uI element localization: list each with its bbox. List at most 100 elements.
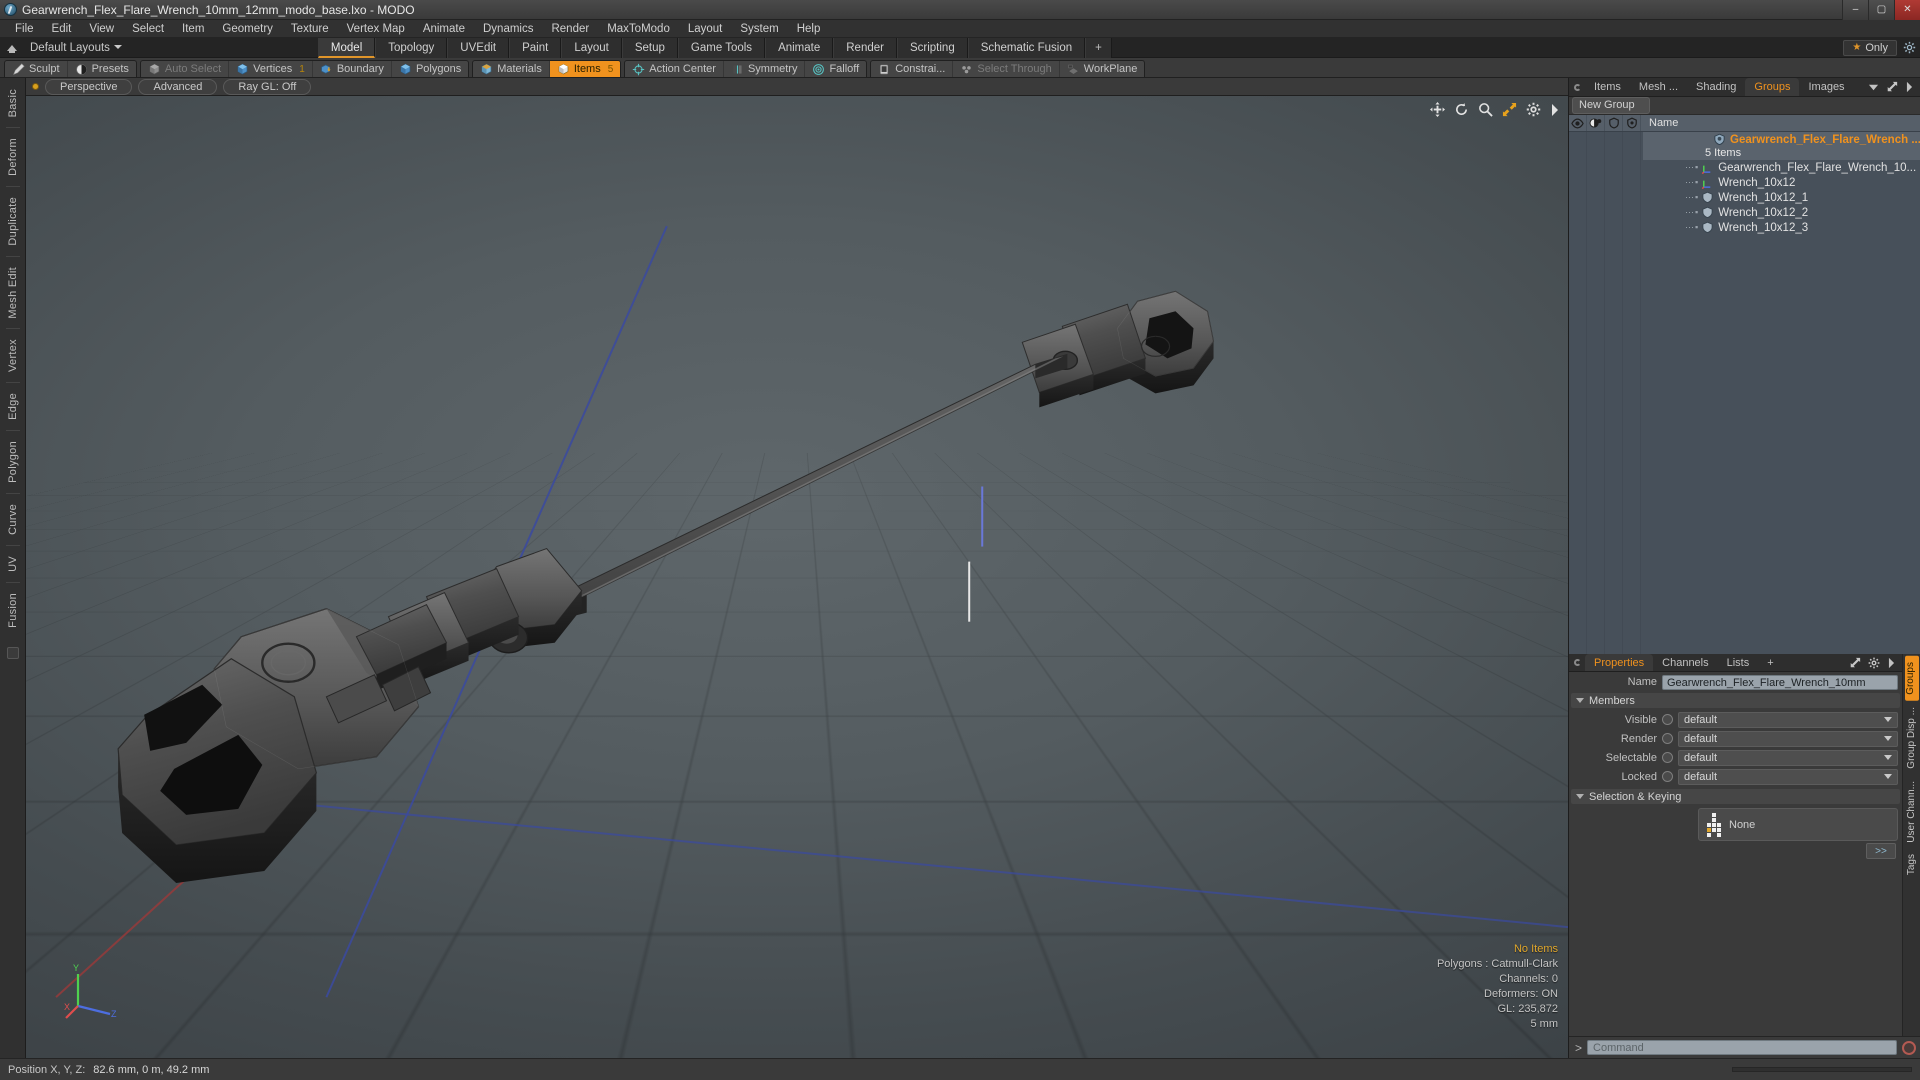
chevron-right-icon[interactable]	[1905, 81, 1914, 93]
left-tool-tab-fusion[interactable]: Fusion	[7, 586, 19, 635]
mode-button-materials[interactable]: Materials	[473, 61, 550, 77]
property-override-toggle[interactable]	[1662, 733, 1673, 744]
property-override-toggle[interactable]	[1662, 714, 1673, 725]
menu-item-geometry[interactable]: Geometry	[213, 20, 282, 38]
layout-tab-setup[interactable]: Setup	[621, 37, 678, 58]
layout-tab-scripting[interactable]: Scripting	[896, 37, 968, 58]
expand-icon[interactable]	[1849, 657, 1861, 669]
menu-item-file[interactable]: File	[6, 20, 43, 38]
keying-go-button[interactable]: >>	[1866, 843, 1896, 859]
menu-item-animate[interactable]: Animate	[414, 20, 474, 38]
menu-item-select[interactable]: Select	[123, 20, 173, 38]
left-tool-tab-basic[interactable]: Basic	[7, 82, 19, 124]
fit-icon[interactable]	[1502, 102, 1517, 117]
chevron-down-icon[interactable]	[1868, 82, 1879, 93]
move-icon[interactable]	[1430, 102, 1445, 117]
layout-tab-paint[interactable]: Paint	[509, 37, 562, 58]
layout-tab-game-tools[interactable]: Game Tools	[677, 37, 766, 58]
layout-tab-model[interactable]: Model	[317, 37, 376, 58]
properties-tab-lists[interactable]: Lists	[1718, 654, 1759, 671]
property-dropdown-locked[interactable]: default	[1678, 768, 1898, 785]
panel-tab-mesh[interactable]: Mesh ...	[1630, 78, 1687, 96]
properties-tab-properties[interactable]: Properties	[1585, 654, 1654, 671]
mode-button-falloff[interactable]: Falloff	[805, 61, 866, 77]
left-tool-tab-polygon[interactable]: Polygon	[7, 434, 19, 490]
menu-item-item[interactable]: Item	[173, 20, 213, 38]
command-input[interactable]: Command	[1587, 1040, 1897, 1055]
menu-item-dynamics[interactable]: Dynamics	[474, 20, 542, 38]
mode-button-vertices[interactable]: Vertices 1	[229, 61, 313, 77]
panel-tab-groups[interactable]: Groups	[1745, 78, 1800, 96]
left-tool-tab-duplicate[interactable]: Duplicate	[7, 190, 19, 253]
menu-item-edit[interactable]: Edit	[43, 20, 81, 38]
shading-mode-button[interactable]: Advanced	[138, 78, 218, 95]
layout-tab-uvedit[interactable]: UVEdit	[447, 37, 510, 58]
gear-icon[interactable]	[1868, 657, 1880, 669]
menu-item-layout[interactable]: Layout	[679, 20, 732, 38]
chevron-right-icon[interactable]	[1550, 103, 1560, 117]
record-macro-button[interactable]	[1902, 1040, 1916, 1055]
left-tool-tab-vertex[interactable]: Vertex	[7, 332, 19, 379]
only-toggle-button[interactable]: ★ Only	[1843, 39, 1897, 56]
side-tab-user-chann[interactable]: User Chann...	[1906, 775, 1917, 849]
members-section-header[interactable]: Members	[1571, 693, 1900, 708]
default-layouts-dropdown[interactable]: Default Layouts	[24, 42, 128, 54]
menu-item-maxtomodo[interactable]: MaxToModo	[598, 20, 679, 38]
tree-row-item[interactable]: ⋯▪ Wrench_10x12_1	[1643, 190, 1920, 205]
col-render-header[interactable]	[1587, 115, 1605, 131]
mode-button-auto-select[interactable]: Auto Select	[141, 61, 230, 77]
property-dropdown-selectable[interactable]: default	[1678, 749, 1898, 766]
maximize-button[interactable]: ▢	[1868, 0, 1894, 20]
menu-item-render[interactable]: Render	[542, 20, 598, 38]
new-group-button[interactable]: New Group	[1572, 97, 1650, 114]
panel-tab-shading[interactable]: Shading	[1687, 78, 1745, 96]
left-tool-tab-curve[interactable]: Curve	[7, 497, 19, 542]
minimize-button[interactable]: –	[1842, 0, 1868, 20]
3d-viewport[interactable]: No Items Polygons : Catmull-Clark Channe…	[26, 96, 1568, 1058]
col-locked-header[interactable]	[1623, 115, 1641, 131]
selection-keying-section-header[interactable]: Selection & Keying	[1571, 789, 1900, 804]
mode-button-polygons[interactable]: Polygons	[392, 61, 468, 77]
menu-item-vertex-map[interactable]: Vertex Map	[338, 20, 414, 38]
group-name-input[interactable]: Gearwrench_Flex_Flare_Wrench_10mm	[1662, 674, 1898, 690]
menu-item-system[interactable]: System	[731, 20, 787, 38]
mode-button-workplane[interactable]: WorkPlane	[1060, 61, 1145, 77]
menu-item-view[interactable]: View	[80, 20, 123, 38]
mode-button-action-center[interactable]: Action Center	[625, 61, 724, 77]
col-selectable-header[interactable]	[1605, 115, 1623, 131]
left-tool-tab-mesh-edit[interactable]: Mesh Edit	[7, 260, 19, 326]
panel-tab-images[interactable]: Images	[1799, 78, 1853, 96]
side-tab-tags[interactable]: Tags	[1906, 848, 1917, 881]
rotate-icon[interactable]	[1454, 102, 1469, 117]
tree-row-item[interactable]: ⋯▪ Gearwrench_Flex_Flare_Wrench_10...	[1643, 160, 1920, 175]
mode-button-sculpt[interactable]: Sculpt	[5, 61, 68, 77]
raygl-button[interactable]: Ray GL: Off	[223, 78, 312, 95]
layout-tab-animate[interactable]: Animate	[765, 37, 834, 58]
layout-gear-icon[interactable]	[1903, 41, 1916, 54]
left-tool-tab-uv[interactable]: UV	[7, 549, 19, 579]
close-button[interactable]: ✕	[1894, 0, 1920, 20]
gear-icon[interactable]	[1526, 102, 1541, 117]
side-tab-groups[interactable]: Groups	[1904, 656, 1919, 701]
property-dropdown-visible[interactable]: default	[1678, 711, 1898, 728]
mode-button-select-through[interactable]: Select Through	[953, 61, 1060, 77]
layout-tab-render[interactable]: Render	[833, 37, 897, 58]
home-button[interactable]	[0, 44, 24, 53]
property-dropdown-render[interactable]: default	[1678, 730, 1898, 747]
view-mode-button[interactable]: Perspective	[45, 78, 133, 95]
menu-item-help[interactable]: Help	[788, 20, 830, 38]
properties-tab-channels[interactable]: Channels	[1653, 654, 1717, 671]
left-tool-tab-deform[interactable]: Deform	[7, 131, 19, 183]
tree-row-group[interactable]: Gearwrench_Flex_Flare_Wrench ...	[1643, 132, 1920, 147]
mode-button-presets[interactable]: Presets	[68, 61, 136, 77]
side-tab-group-disp[interactable]: Group Disp ...	[1906, 701, 1917, 775]
expand-icon[interactable]	[1886, 81, 1898, 93]
layout-tab-topology[interactable]: Topology	[375, 37, 448, 58]
panel-tab-items[interactable]: Items	[1585, 78, 1630, 96]
mode-button-boundary[interactable]: Boundary	[313, 61, 392, 77]
menu-item-texture[interactable]: Texture	[282, 20, 338, 38]
left-tool-tab-edge[interactable]: Edge	[7, 386, 19, 427]
panel-menu-dot[interactable]	[1569, 78, 1585, 96]
tree-row-item[interactable]: ⋯▪ Wrench_10x12_2	[1643, 205, 1920, 220]
viewport-menu-dot[interactable]	[32, 83, 39, 90]
